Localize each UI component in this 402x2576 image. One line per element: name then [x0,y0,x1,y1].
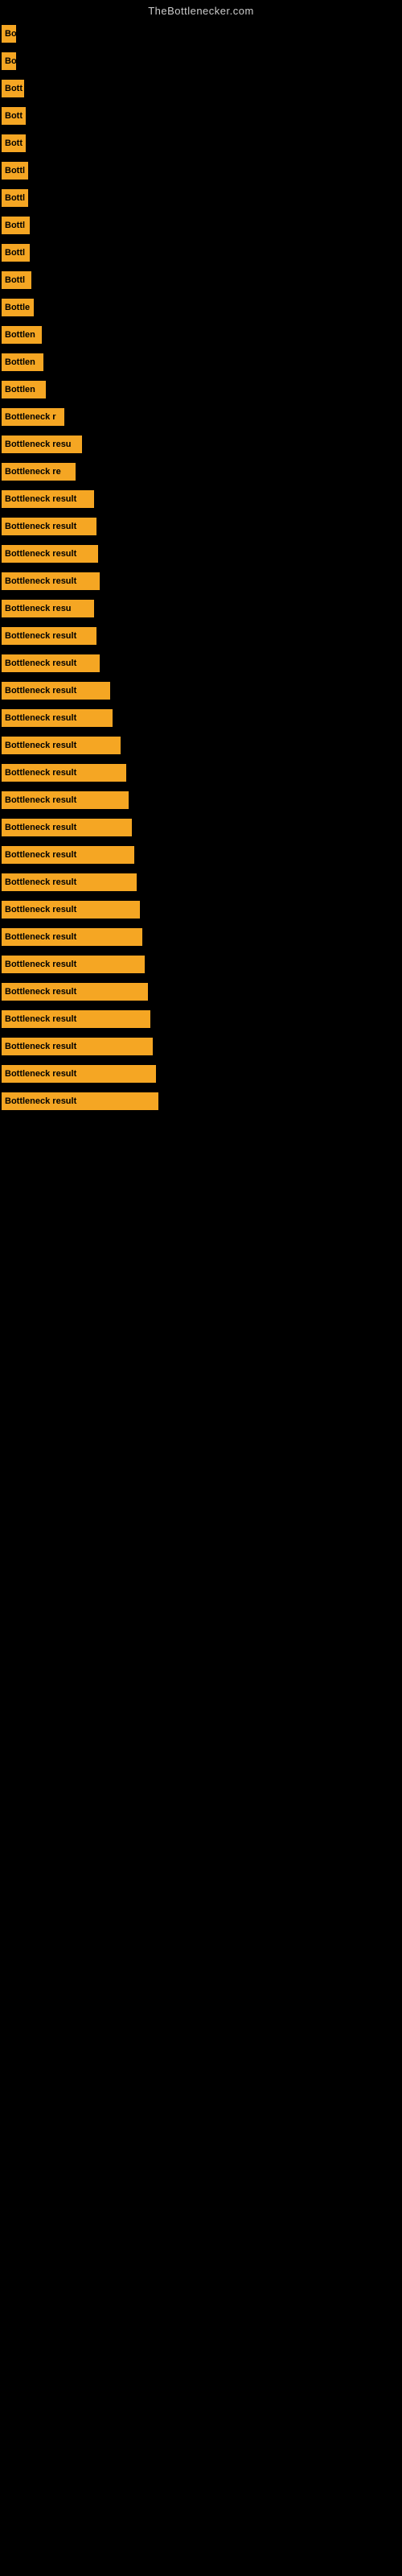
bar-label: Bottleneck result [2,737,121,754]
bar-label: Bottleneck result [2,764,126,782]
bar-label: Bottleneck result [2,682,110,700]
bar-row: Bottleneck result [0,978,402,1005]
bar-label: Bottleneck resu [2,436,82,453]
bar-label: Bottl [2,217,30,234]
bar-label: Bottleneck resu [2,600,94,617]
bar-row: Bottleneck result [0,1060,402,1088]
bar-row: Bottleneck result [0,1005,402,1033]
bar-label: Bottleneck result [2,572,100,590]
bar-label: Bottl [2,189,28,207]
bar-label: Bottleneck result [2,490,94,508]
bar-row: Bottleneck result [0,1033,402,1060]
bar-label: Bottleneck result [2,901,140,919]
bar-row: Bottl [0,266,402,294]
bar-label: Bottleneck result [2,791,129,809]
bar-row: Bottleneck result [0,1088,402,1115]
bar-row: Bottleneck result [0,759,402,786]
bar-row: Bott [0,75,402,102]
bar-label: Bottleneck result [2,545,98,563]
bar-row: Bottleneck resu [0,431,402,458]
bar-row: Bottleneck re [0,458,402,485]
bar-row: Bottl [0,157,402,184]
bar-row: Bott [0,130,402,157]
bar-row: Bottleneck result [0,869,402,896]
bar-row: Bottleneck result [0,896,402,923]
bar-row: Bottleneck result [0,732,402,759]
bar-label: Bottleneck result [2,846,134,864]
bar-label: Bottleneck result [2,873,137,891]
bar-row: Bottleneck result [0,650,402,677]
bar-label: Bottleneck result [2,1065,156,1083]
bar-row: Bottlen [0,321,402,349]
bar-label: Bottl [2,271,31,289]
bar-row: Bottlen [0,349,402,376]
bar-label: Bottleneck result [2,709,113,727]
bar-row: Bo [0,47,402,75]
bar-row: Bottleneck result [0,677,402,704]
bar-label: Bottl [2,244,30,262]
bar-row: Bottl [0,239,402,266]
bar-row: Bottleneck result [0,622,402,650]
bar-label: Bottleneck result [2,627,96,645]
bar-row: Bottleneck r [0,403,402,431]
bar-label: Bottleneck result [2,956,145,973]
bar-row: Bottlen [0,376,402,403]
bar-label: Bottleneck result [2,1010,150,1028]
bar-label: Bottlen [2,353,43,371]
bar-label: Bott [2,134,26,152]
bar-row: Bottleneck result [0,568,402,595]
bar-row: Bottleneck result [0,540,402,568]
site-title: TheBottlenecker.com [0,0,402,20]
bar-label: Bottleneck result [2,518,96,535]
bar-label: Bottle [2,299,34,316]
bar-row: Bottleneck result [0,951,402,978]
bar-row: Bottleneck result [0,814,402,841]
bar-label: Bottleneck result [2,654,100,672]
bar-label: Bottleneck re [2,463,76,481]
bars-container: Bo Bo Bott Bott Bott Bottl Bottl Bottl Bottl Bott… [0,20,402,1115]
bar-label: Bo [2,25,16,43]
bar-row: Bott [0,102,402,130]
bar-label: Bottleneck result [2,1038,153,1055]
bar-row: Bottleneck result [0,704,402,732]
bar-label: Bott [2,80,24,97]
bar-label: Bottleneck result [2,928,142,946]
bar-label: Bottlen [2,326,42,344]
bar-row: Bottleneck result [0,923,402,951]
bar-label: Bottleneck r [2,408,64,426]
bar-label: Bott [2,107,26,125]
bar-label: Bottl [2,162,28,180]
bar-row: Bottleneck result [0,841,402,869]
bar-row: Bo [0,20,402,47]
bar-row: Bottl [0,212,402,239]
bar-row: Bottleneck result [0,513,402,540]
bar-row: Bottleneck result [0,786,402,814]
bar-row: Bottleneck result [0,485,402,513]
bar-label: Bottleneck result [2,983,148,1001]
bar-row: Bottleneck resu [0,595,402,622]
bar-row: Bottle [0,294,402,321]
bar-label: Bo [2,52,16,70]
bar-label: Bottleneck result [2,819,132,836]
bar-row: Bottl [0,184,402,212]
bar-label: Bottleneck result [2,1092,158,1110]
bar-label: Bottlen [2,381,46,398]
